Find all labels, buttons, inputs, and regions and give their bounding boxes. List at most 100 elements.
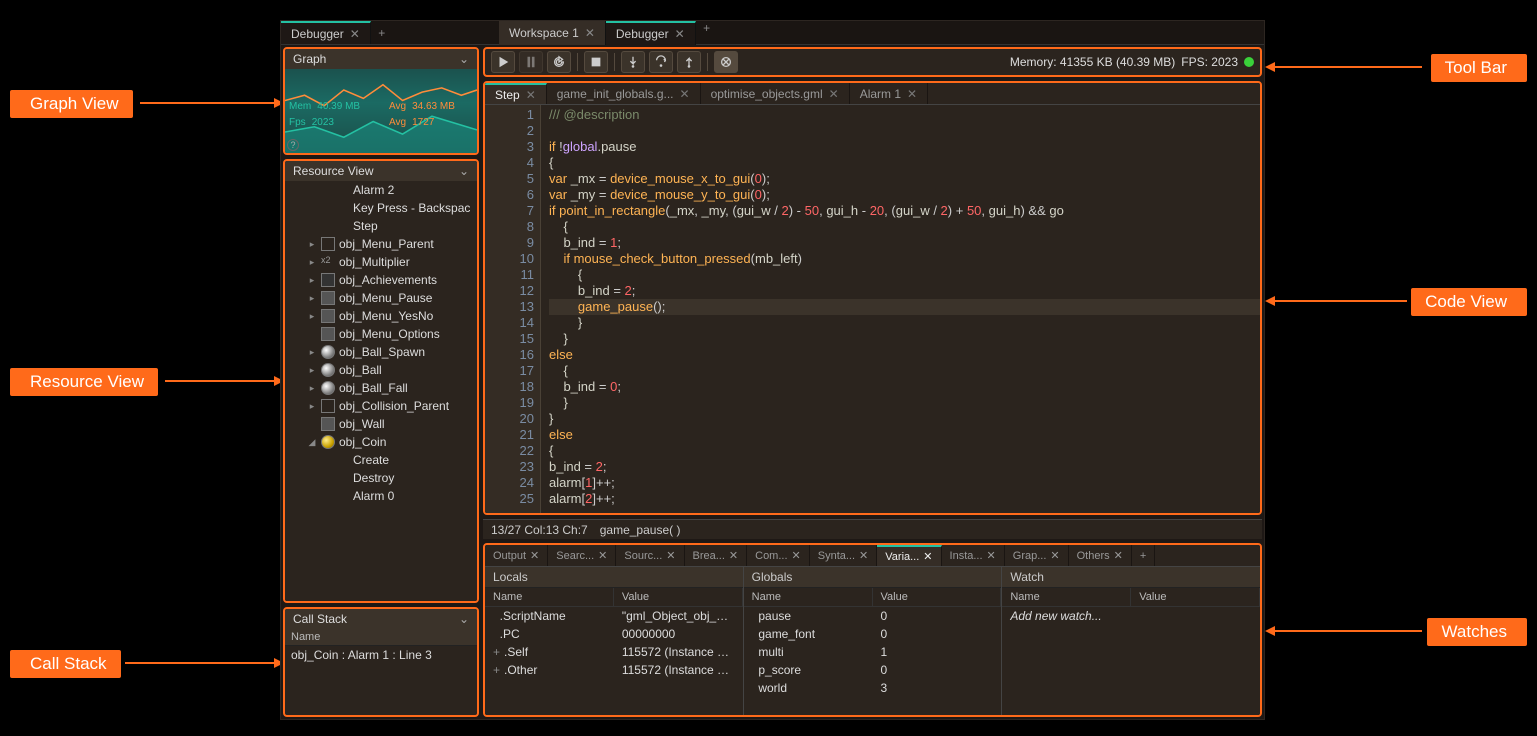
tree-item[interactable]: ▸obj_Menu_Parent: [285, 235, 477, 253]
close-icon[interactable]: ✕: [1114, 549, 1123, 562]
tree-item-label: obj_Collision_Parent: [339, 399, 449, 413]
tree-item[interactable]: obj_Menu_Options: [285, 325, 477, 343]
close-icon[interactable]: ✕: [859, 549, 868, 562]
close-icon[interactable]: ✕: [675, 27, 685, 41]
code-tab[interactable]: Alarm 1✕: [850, 83, 928, 104]
realtime-toggle-button[interactable]: [714, 51, 738, 73]
add-watch-input[interactable]: Add new watch...: [1002, 607, 1131, 625]
tree-item-label: Destroy: [353, 471, 394, 485]
close-icon[interactable]: ✕: [585, 26, 595, 40]
tree-item[interactable]: Create: [285, 451, 477, 469]
variable-row[interactable]: game_font0: [744, 625, 1002, 643]
close-icon[interactable]: ✕: [907, 87, 917, 101]
watch-tab[interactable]: Sourc...✕: [616, 545, 684, 566]
close-icon[interactable]: ✕: [530, 549, 539, 562]
play-button[interactable]: [491, 51, 515, 73]
graph-canvas: Mem 40.39 MB Avg 34.63 MB Fps 2023 Avg 1…: [285, 69, 477, 153]
annotation-watches: Watches: [1427, 618, 1527, 646]
step-over-button[interactable]: [649, 51, 673, 73]
code-tab[interactable]: Step✕: [485, 83, 547, 104]
workspace-tab-debugger[interactable]: Debugger ✕: [606, 21, 696, 45]
object-icon: [321, 399, 335, 413]
variable-row[interactable]: +.Other115572 (Instance of ob: [485, 661, 743, 679]
chevron-down-icon[interactable]: ⌄: [459, 164, 469, 178]
watch-tab[interactable]: Varia...✕: [877, 545, 941, 566]
add-tab-button[interactable]: +: [371, 26, 393, 40]
close-icon[interactable]: ✕: [350, 27, 360, 41]
close-icon[interactable]: ✕: [1050, 549, 1059, 562]
watch-tab[interactable]: Others✕: [1069, 545, 1132, 566]
add-workspace-tab-button[interactable]: +: [696, 21, 718, 45]
pause-button[interactable]: [519, 51, 543, 73]
close-icon[interactable]: ✕: [598, 549, 607, 562]
tree-item-label: Step: [353, 219, 378, 233]
restart-button[interactable]: [547, 51, 571, 73]
object-icon: [321, 363, 335, 377]
stop-button[interactable]: [584, 51, 608, 73]
annotation-call-stack: Call Stack: [10, 650, 121, 678]
tree-item[interactable]: ▸x2obj_Multiplier: [285, 253, 477, 271]
tree-item[interactable]: obj_Wall: [285, 415, 477, 433]
variable-row[interactable]: +.Self115572 (Instance of ob: [485, 643, 743, 661]
tree-item[interactable]: ▸obj_Ball_Spawn: [285, 343, 477, 361]
add-watch-tab-button[interactable]: +: [1132, 545, 1155, 566]
workspace-tab-1[interactable]: Workspace 1 ✕: [499, 21, 606, 45]
tree-item[interactable]: Alarm 0: [285, 487, 477, 505]
variable-row[interactable]: pause0: [744, 607, 1002, 625]
close-icon[interactable]: ✕: [923, 550, 932, 563]
variable-row[interactable]: .PC00000000: [485, 625, 743, 643]
graph-panel-header[interactable]: Graph ⌄: [285, 49, 477, 69]
object-icon: [321, 435, 335, 449]
tree-item[interactable]: ▸obj_Menu_YesNo: [285, 307, 477, 325]
variable-row[interactable]: world3: [744, 679, 1002, 697]
callstack-row[interactable]: obj_Coin : Alarm 1 : Line 3: [285, 646, 477, 664]
watch-tab[interactable]: Synta...✕: [810, 545, 878, 566]
variable-row[interactable]: multi1: [744, 643, 1002, 661]
tree-item[interactable]: Alarm 2: [285, 181, 477, 199]
variable-row[interactable]: p_score0: [744, 661, 1002, 679]
watch-tab[interactable]: Com...✕: [747, 545, 810, 566]
chevron-down-icon[interactable]: ⌄: [459, 612, 469, 626]
tree-item[interactable]: Key Press - Backspac: [285, 199, 477, 217]
tree-item[interactable]: ◢obj_Coin: [285, 433, 477, 451]
close-icon[interactable]: ✕: [666, 549, 675, 562]
step-into-button[interactable]: [621, 51, 645, 73]
ide-tab-debugger[interactable]: Debugger ✕: [281, 21, 371, 44]
watch-tab[interactable]: Brea...✕: [685, 545, 748, 566]
ide-tab-strip: Debugger ✕ +: [281, 21, 1264, 45]
tree-item[interactable]: Destroy: [285, 469, 477, 487]
callstack-panel-header[interactable]: Call Stack ⌄: [285, 609, 477, 629]
watch-tab[interactable]: Searc...✕: [548, 545, 616, 566]
resource-panel-header[interactable]: Resource View ⌄: [285, 161, 477, 181]
object-icon: [321, 237, 335, 251]
tree-item[interactable]: ▸obj_Ball_Fall: [285, 379, 477, 397]
close-icon[interactable]: ✕: [792, 549, 801, 562]
code-panel: Step✕game_init_globals.g...✕optimise_obj…: [483, 81, 1262, 515]
resource-panel: Resource View ⌄ Alarm 2Key Press - Backs…: [283, 159, 479, 603]
tree-item[interactable]: ▸obj_Achievements: [285, 271, 477, 289]
close-icon[interactable]: ✕: [829, 87, 839, 101]
tree-item[interactable]: ▸obj_Collision_Parent: [285, 397, 477, 415]
watch-tab[interactable]: Output✕: [485, 545, 548, 566]
tree-item[interactable]: Step: [285, 217, 477, 235]
step-out-button[interactable]: [677, 51, 701, 73]
close-icon[interactable]: ✕: [526, 88, 536, 102]
object-icon: [321, 417, 335, 431]
chevron-down-icon[interactable]: ⌄: [459, 52, 469, 66]
code-gutter: 1234567891011121314151617181920212223242…: [485, 105, 541, 513]
close-icon[interactable]: ✕: [729, 549, 738, 562]
code-tab[interactable]: game_init_globals.g...✕: [547, 83, 701, 104]
watch-tab[interactable]: Grap...✕: [1005, 545, 1069, 566]
help-icon[interactable]: ?: [287, 139, 299, 151]
code-tab[interactable]: optimise_objects.gml✕: [701, 83, 850, 104]
tree-item-label: obj_Menu_YesNo: [339, 309, 433, 323]
variable-row[interactable]: .ScriptName"gml_Object_obj_Coin_: [485, 607, 743, 625]
tree-item[interactable]: ▸obj_Menu_Pause: [285, 289, 477, 307]
tree-item[interactable]: ▸obj_Ball: [285, 361, 477, 379]
resource-tree[interactable]: Alarm 2Key Press - Backspac Step ▸obj_Menu…: [285, 181, 477, 601]
close-icon[interactable]: ✕: [680, 87, 690, 101]
watch-tab[interactable]: Insta...✕: [942, 545, 1005, 566]
code-editor[interactable]: /// @descriptionif !global.pause{var _mx…: [541, 105, 1260, 513]
object-icon: [321, 273, 335, 287]
close-icon[interactable]: ✕: [987, 549, 996, 562]
